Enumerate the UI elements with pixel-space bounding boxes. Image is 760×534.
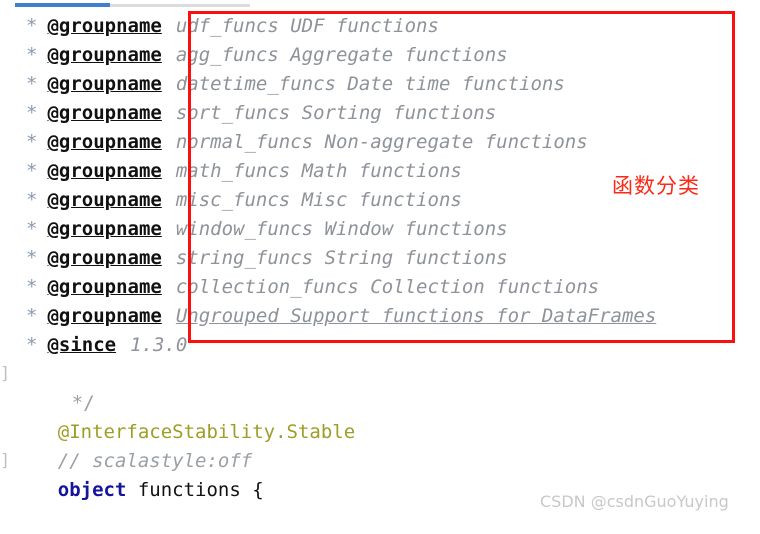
doc-tag-description: window_funcs Window functions bbox=[175, 218, 508, 240]
comment-star: * bbox=[26, 334, 38, 356]
code-line-doc[interactable]: * @groupname string_funcs String functions bbox=[0, 244, 760, 273]
doc-tag-description: udf_funcs UDF functions bbox=[175, 15, 439, 37]
comment-star: * bbox=[26, 102, 38, 124]
doc-tag-groupname[interactable]: @groupname bbox=[47, 44, 161, 66]
doc-tag-groupname[interactable]: @groupname bbox=[47, 276, 161, 298]
code-line-doc[interactable]: * @groupname window_funcs Window functions bbox=[0, 215, 760, 244]
doc-tag-groupname[interactable]: @groupname bbox=[47, 73, 161, 95]
code-line-doc[interactable]: * @groupname Ungrouped Support functions f… bbox=[0, 302, 760, 331]
doc-tag-description: math_funcs Math functions bbox=[175, 160, 462, 182]
doc-tag-description: normal_funcs Non-aggregate functions bbox=[175, 131, 588, 153]
comment-star: * bbox=[26, 305, 38, 327]
code-line-doc[interactable]: * @groupname normal_funcs Non-aggregate fu… bbox=[0, 128, 760, 157]
comment-star: * bbox=[26, 15, 38, 37]
comment-star: * bbox=[26, 189, 38, 211]
code-line-doc[interactable]: * @groupname udf_funcs UDF functions bbox=[0, 12, 760, 41]
code-line-doc[interactable]: * @groupname collection_funcs Collection f… bbox=[0, 273, 760, 302]
csdn-watermark: CSDN @csdnGuoYuying bbox=[540, 492, 729, 511]
doc-tag-groupname[interactable]: @groupname bbox=[47, 189, 161, 211]
comment-star: * bbox=[26, 73, 38, 95]
doc-tag-description: sort_funcs Sorting functions bbox=[175, 102, 497, 124]
code-line-scalastyle[interactable]: // scalastyle:off bbox=[0, 418, 760, 472]
fold-marker-icon[interactable]: ] bbox=[0, 360, 12, 389]
scrollbar-thumb[interactable] bbox=[15, 3, 110, 7]
comment-star: * bbox=[26, 160, 38, 182]
doc-tag-description: agg_funcs Aggregate functions bbox=[175, 44, 508, 66]
doc-tag-groupname[interactable]: @groupname bbox=[47, 131, 161, 153]
doc-tag-groupname[interactable]: @groupname bbox=[47, 160, 161, 182]
code-editor-content[interactable]: * @groupname udf_funcs UDF functions * @grou… bbox=[0, 12, 760, 512]
comment-star: * bbox=[26, 247, 38, 269]
horizontal-scrollbar[interactable] bbox=[0, 0, 760, 12]
doc-tag-description: string_funcs String functions bbox=[175, 247, 508, 269]
doc-tag-description: collection_funcs Collection functions bbox=[175, 276, 600, 298]
doc-tag-since[interactable]: @since bbox=[47, 334, 116, 356]
code-line-doc[interactable]: * @groupname sort_funcs Sorting functions bbox=[0, 99, 760, 128]
doc-tag-description: Ungrouped Support functions for DataFram… bbox=[175, 305, 657, 327]
comment-star: * bbox=[26, 131, 38, 153]
doc-tag-groupname[interactable]: @groupname bbox=[47, 218, 161, 240]
comment-star: * bbox=[26, 276, 38, 298]
doc-tag-groupname[interactable]: @groupname bbox=[47, 15, 161, 37]
code-line-object-decl[interactable]: ] object functions { bbox=[0, 447, 760, 501]
code-line-doc[interactable]: * @groupname agg_funcs Aggregate functions bbox=[0, 41, 760, 70]
code-line-annotation[interactable]: @InterfaceStability.Stable bbox=[0, 389, 760, 443]
code-line-doc[interactable]: * @groupname datetime_funcs Date time func… bbox=[0, 70, 760, 99]
fold-marker-icon-2[interactable]: ] bbox=[0, 447, 12, 476]
doc-tag-groupname[interactable]: @groupname bbox=[47, 102, 161, 124]
comment-star: * bbox=[26, 44, 38, 66]
code-line-doc[interactable]: * @since 1.3.0 bbox=[0, 331, 760, 360]
chinese-annotation-label: 函数分类 bbox=[612, 174, 700, 198]
object-keyword: object bbox=[57, 479, 127, 501]
doc-tag-groupname[interactable]: @groupname bbox=[47, 305, 161, 327]
doc-tag-description: 1.3.0 bbox=[130, 334, 188, 356]
doc-tag-description: datetime_funcs Date time functions bbox=[175, 73, 565, 95]
doc-tag-groupname[interactable]: @groupname bbox=[47, 247, 161, 269]
object-name-and-brace: functions { bbox=[126, 479, 264, 501]
comment-star: * bbox=[26, 218, 38, 240]
doc-tag-description: misc_funcs Misc functions bbox=[175, 189, 462, 211]
code-line-comment-close[interactable]: ] */ bbox=[0, 360, 760, 414]
